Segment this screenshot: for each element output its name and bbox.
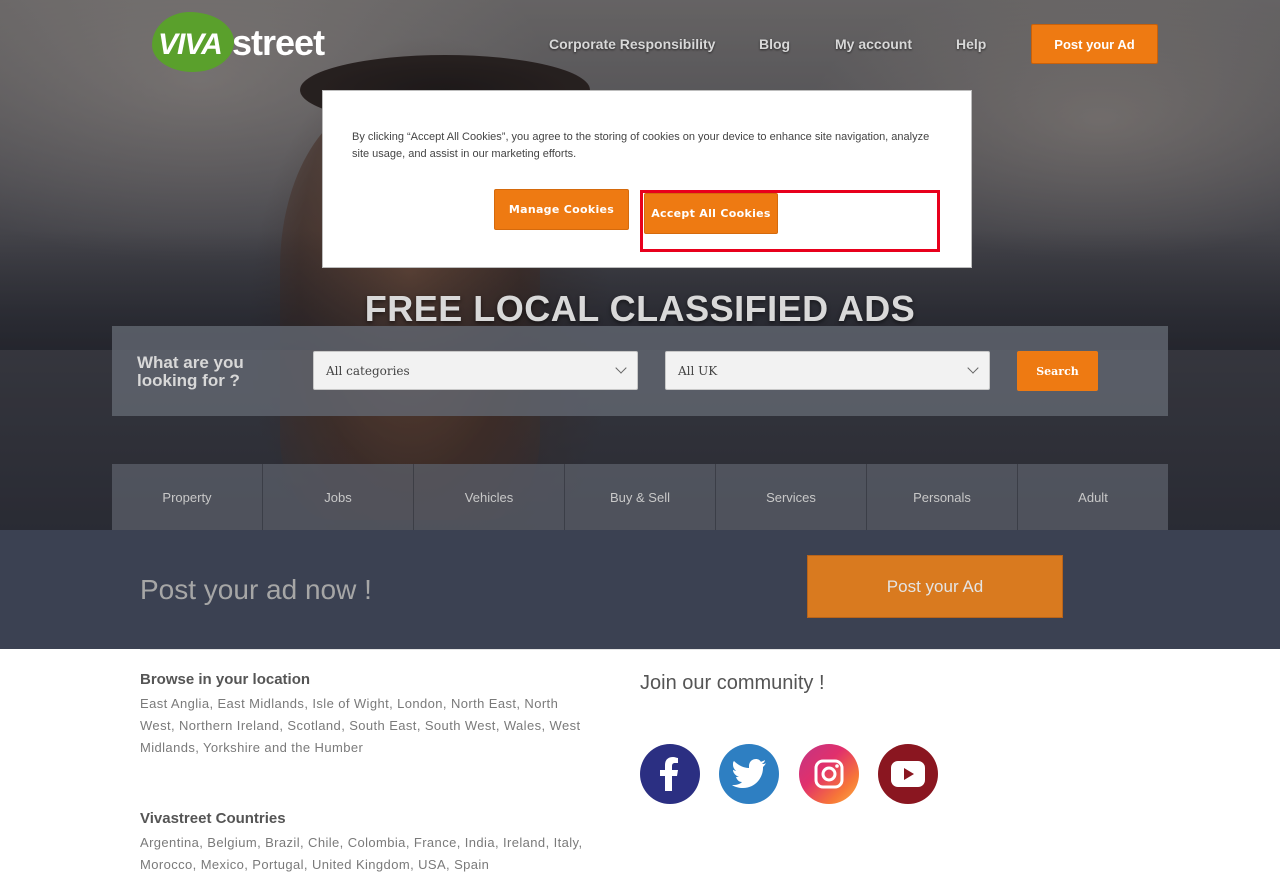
instagram-icon [814,759,844,789]
facebook-icon [660,757,678,791]
cookie-consent-modal: By clicking “Accept All Cookies”, you ag… [322,90,972,268]
category-adult[interactable]: Adult [1018,464,1168,530]
twitter-icon [732,759,766,788]
country-link[interactable]: United Kingdom [312,857,410,872]
country-link[interactable]: Morocco [140,857,193,872]
location-heading: Browse in your location [140,671,311,688]
location-link[interactable]: East Midlands [217,696,304,711]
instagram-button[interactable] [799,744,859,804]
location-link[interactable]: North East [451,696,516,711]
location-link[interactable]: South East [349,718,417,733]
footer-divider [140,649,1140,650]
country-link[interactable]: Ireland [503,835,546,850]
location-links: East Anglia, East Midlands, Isle of Wigh… [140,696,581,755]
category-bar: Property Jobs Vehicles Buy & Sell Servic… [112,464,1168,530]
location-select-value: All UK [678,364,718,378]
country-link[interactable]: Chile [308,835,340,850]
youtube-button[interactable] [878,744,938,804]
band-post-ad-button[interactable]: Post your Ad [807,555,1063,618]
chevron-down-icon [967,362,979,374]
nav-my-account[interactable]: My account [835,36,912,52]
country-link[interactable]: Spain [454,857,489,872]
category-services[interactable]: Services [716,464,867,530]
search-button[interactable]: Search [1017,351,1098,391]
country-link[interactable]: India [465,835,495,850]
category-jobs[interactable]: Jobs [263,464,414,530]
search-bar: What are you looking for ? All categorie… [112,326,1168,416]
country-link[interactable]: Mexico [201,857,245,872]
country-link[interactable]: Portugal [252,857,304,872]
country-link[interactable]: Belgium [207,835,257,850]
location-select[interactable]: All UK [665,351,990,390]
country-link[interactable]: USA [418,857,446,872]
country-links: Argentina, Belgium, Brazil, Chile, Colom… [140,835,583,872]
post-ad-button[interactable]: Post your Ad [1031,24,1158,64]
country-link[interactable]: Argentina [140,835,199,850]
location-link[interactable]: East Anglia [140,696,209,711]
cookie-consent-text: By clicking “Accept All Cookies”, you ag… [352,131,930,160]
countries-heading: Vivastreet Countries [140,810,286,827]
location-link[interactable]: Yorkshire and the Humber [203,740,363,755]
post-ad-band-text: Post your ad now ! [140,574,372,605]
location-link[interactable]: Isle of Wight [312,696,389,711]
youtube-icon [891,761,925,787]
nav-corporate-responsibility[interactable]: Corporate Responsibility [549,36,715,52]
category-vehicles[interactable]: Vehicles [414,464,565,530]
search-label: What are you looking for ? [137,353,244,390]
twitter-button[interactable] [719,744,779,804]
location-link[interactable]: Scotland [287,718,341,733]
chevron-down-icon [615,362,627,374]
category-personals[interactable]: Personals [867,464,1018,530]
location-link[interactable]: London [397,696,443,711]
country-link[interactable]: Colombia [348,835,406,850]
country-link[interactable]: France [414,835,457,850]
manage-cookies-button[interactable]: Manage Cookies [494,189,629,230]
location-link[interactable]: Northern Ireland [179,718,279,733]
hero-headline: FREE LOCAL CLASSIFIED ADS [364,288,916,329]
nav-help[interactable]: Help [956,36,986,52]
accept-all-cookies-button[interactable]: Accept All Cookies [644,193,778,234]
nav-blog[interactable]: Blog [759,36,790,52]
location-link[interactable]: South West [425,718,496,733]
category-property[interactable]: Property [112,464,263,530]
location-link[interactable]: Wales [504,718,542,733]
category-buy-sell[interactable]: Buy & Sell [565,464,716,530]
country-link[interactable]: Italy [554,835,579,850]
category-select[interactable]: All categories [313,351,638,390]
community-heading: Join our community ! [640,672,825,694]
country-link[interactable]: Brazil [265,835,300,850]
category-select-value: All categories [326,364,410,378]
post-ad-band: Post your ad now ! Post your Ad [0,530,1280,649]
facebook-button[interactable] [640,744,700,804]
